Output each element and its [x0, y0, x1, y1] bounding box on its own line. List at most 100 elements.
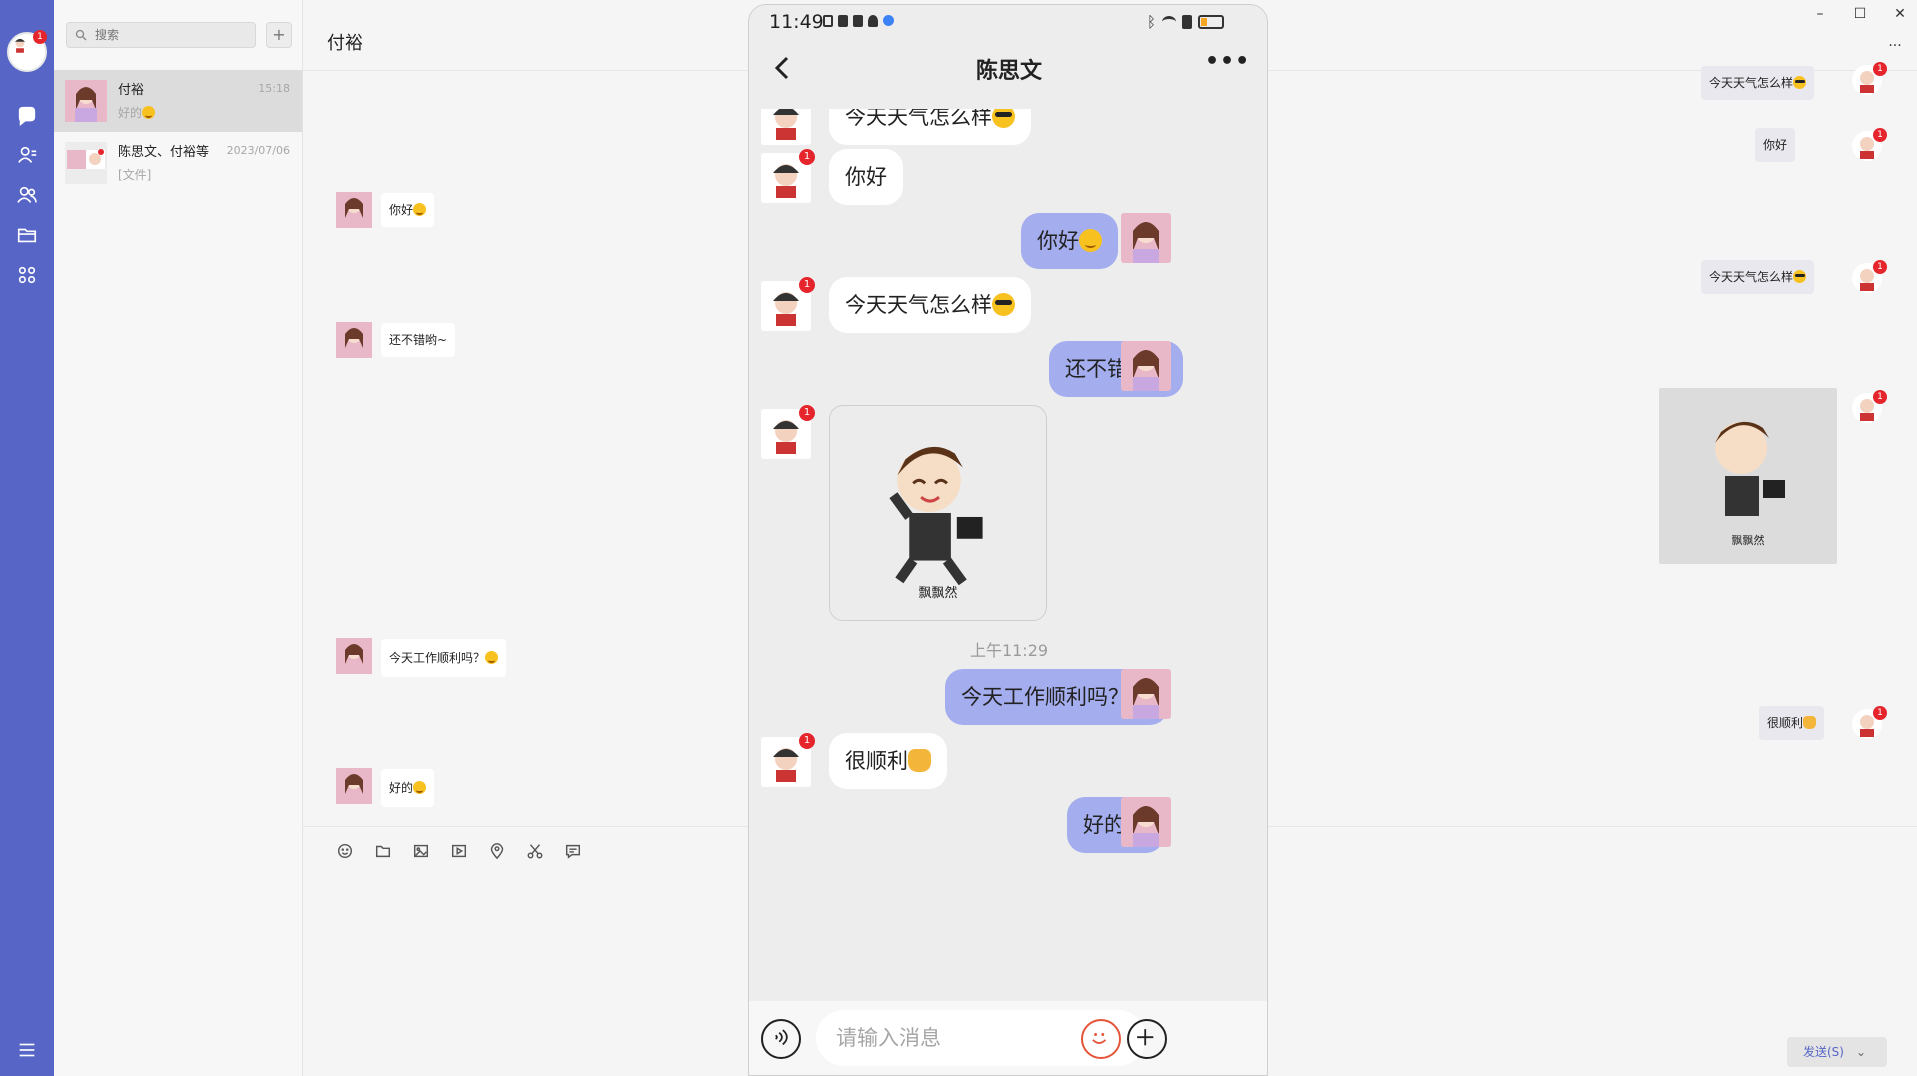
add-button[interactable]: [1127, 1019, 1167, 1059]
smile-emoji-icon: [142, 105, 156, 120]
phone-screen: 11:49 ᛒ 陈思文 ••• 今天天气怎么样 1 你好 你好 1 今天天气怎么…: [748, 4, 1268, 1076]
phone-header: 陈思文 •••: [749, 39, 1267, 109]
cartoon-avatar-icon: [9, 34, 31, 56]
smile-emoji-icon: [1079, 228, 1103, 252]
cool-emoji-icon: [1793, 269, 1807, 284]
notification-badge: 1: [1873, 260, 1887, 274]
scissors-icon[interactable]: [526, 842, 546, 862]
hamburger-icon[interactable]: [14, 1037, 40, 1063]
message-bubble: 今天工作顺利吗？: [381, 639, 507, 677]
sticker-message: 飘飘然: [829, 405, 1047, 621]
message-bubble: 你好: [1755, 128, 1796, 162]
plus-icon: [1137, 1029, 1154, 1046]
avatar: [761, 109, 811, 145]
smile-emoji-icon: [485, 650, 499, 665]
maximize-button[interactable]: ☐: [1851, 6, 1869, 24]
notification-icon: [838, 15, 848, 27]
notification-badge: 1: [799, 405, 815, 421]
bluetooth-icon: ᛒ: [1147, 13, 1157, 31]
folder-icon[interactable]: [374, 842, 394, 862]
sticker-message: 飘飘然: [1659, 388, 1837, 564]
contacts-icon[interactable]: [14, 142, 40, 168]
session-name: 陈思文、付裕等: [118, 145, 210, 160]
session-item[interactable]: 陈思文、付裕等 2023/07/06 [文件]: [54, 132, 302, 194]
notification-badge: 1: [1873, 62, 1887, 76]
add-button[interactable]: +: [266, 22, 292, 48]
notification-badge: 1: [1873, 706, 1887, 720]
voice-button[interactable]: [761, 1019, 801, 1059]
avatar: [336, 322, 372, 358]
sim-icon: [1182, 15, 1193, 29]
minimize-button[interactable]: –: [1811, 6, 1829, 24]
notification-icon: [868, 15, 878, 27]
wifi-icon: [1162, 16, 1177, 28]
notification-icon: [823, 15, 833, 27]
chat-icon[interactable]: [14, 103, 40, 129]
session-time: 2023/07/06: [226, 144, 290, 157]
avatar: [336, 768, 372, 804]
location-icon[interactable]: [488, 842, 508, 862]
sticker-caption: 飘飘然: [918, 586, 958, 601]
session-name: 付裕: [118, 83, 145, 98]
notification-badge: 1: [799, 733, 815, 749]
chat-title: 付裕: [327, 33, 363, 54]
nav-rail: 1: [0, 0, 54, 1076]
message-icon[interactable]: [564, 842, 584, 862]
system-status: ᛒ: [1147, 13, 1225, 31]
avatar: [65, 80, 107, 122]
status-icons: [823, 15, 894, 27]
cool-emoji-icon: [992, 109, 1016, 128]
search-input[interactable]: [66, 22, 256, 48]
emoji-button[interactable]: [1081, 1019, 1121, 1059]
close-button[interactable]: ✕: [1891, 6, 1909, 24]
phone-input-bar: 请输入消息: [749, 1001, 1267, 1075]
session-item[interactable]: 付裕 15:18 好的: [54, 70, 302, 132]
group-avatar: [65, 142, 107, 184]
send-button[interactable]: 发送(S) ⌄: [1787, 1037, 1887, 1067]
hand-emoji-icon: [908, 748, 932, 772]
image-icon[interactable]: [412, 842, 432, 862]
cool-emoji-icon: [992, 292, 1016, 316]
message-bubble: 今天天气怎么样: [1701, 66, 1815, 100]
smile-emoji-icon: [413, 202, 427, 217]
folder-icon[interactable]: [14, 222, 40, 248]
search-icon: [75, 29, 87, 41]
message-bubble: 你好: [829, 149, 903, 205]
message-bubble: 很顺利: [829, 733, 948, 789]
hand-emoji-icon: [1803, 715, 1817, 730]
emoji-icon[interactable]: [336, 842, 356, 862]
session-time: 15:18: [258, 82, 290, 95]
session-preview: 好的: [118, 104, 156, 121]
avatar: [336, 192, 372, 228]
apps-icon[interactable]: [14, 262, 40, 288]
notification-badge: 1: [1873, 128, 1887, 142]
sticker-caption: 飘飘然: [1731, 534, 1765, 547]
phone-title: 陈思文: [975, 59, 1042, 84]
status-clock: 11:49: [769, 11, 824, 33]
battery-icon: [1198, 15, 1225, 29]
avatar: [336, 638, 372, 674]
message-bubble: 你好: [381, 193, 435, 227]
more-button[interactable]: ...: [1886, 34, 1904, 52]
avatar: [1121, 669, 1171, 719]
avatar: [1121, 341, 1171, 391]
phone-message-list: 今天天气怎么样 1 你好 你好 1 今天天气怎么样 还不错哟~ 1 飘飘然 上午…: [749, 109, 1267, 999]
video-icon[interactable]: [450, 842, 470, 862]
message-timestamp: 上午11:29: [969, 641, 1049, 660]
notification-badge: 1: [33, 30, 47, 44]
message-bubble: 今天天气怎么样: [829, 109, 1032, 145]
group-icon[interactable]: [14, 182, 40, 208]
app-icon: [883, 15, 894, 26]
notification-badge: 1: [799, 277, 815, 293]
notification-badge: 1: [799, 149, 815, 165]
chevron-down-icon[interactable]: ⌄: [1856, 1045, 1866, 1059]
more-options-button[interactable]: •••: [1205, 49, 1250, 74]
message-bubble: 今天天气怎么样: [1701, 260, 1815, 294]
session-preview: [文件]: [118, 168, 152, 182]
voice-icon: [775, 1029, 788, 1046]
message-bubble: 好的: [381, 769, 435, 807]
message-bubble: 很顺利: [1759, 706, 1825, 740]
session-list: + 付裕 15:18 好的 陈思文、付裕等 2023/07/06 [文件]: [54, 0, 303, 1076]
smile-emoji-icon: [413, 780, 427, 795]
message-bubble: 你好: [1021, 213, 1119, 269]
